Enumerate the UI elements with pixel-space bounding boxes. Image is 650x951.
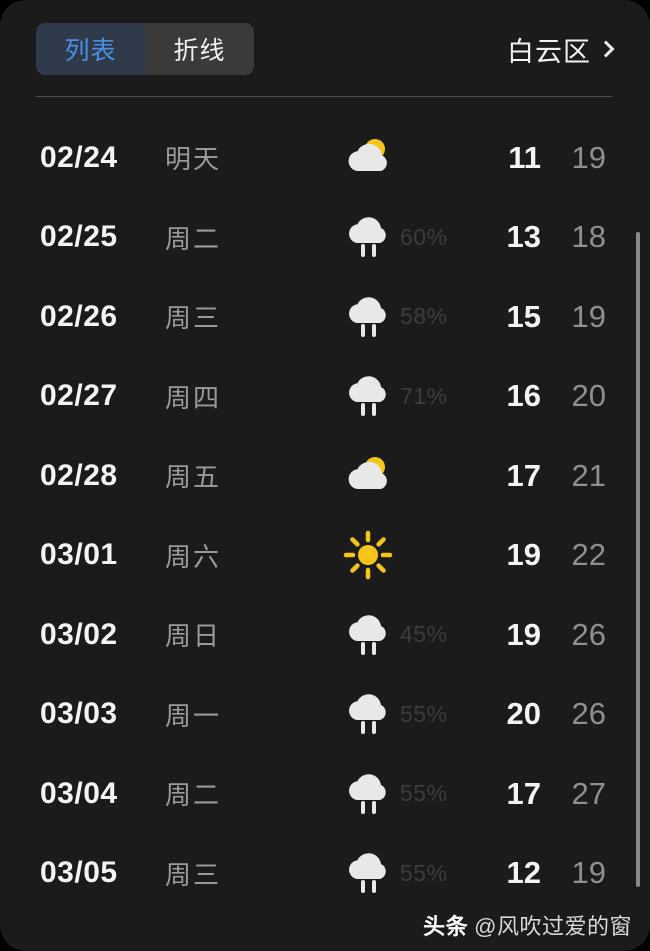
precipitation-probability: 55%	[400, 780, 448, 807]
forecast-date: 03/05	[40, 856, 118, 890]
forecast-row[interactable]: 03/04 周二 55% 17 27	[0, 754, 650, 834]
location-selector[interactable]: 白云区	[507, 30, 615, 69]
watermark-username: @风吹过爱的窗	[474, 914, 632, 939]
view-mode-segmented-control[interactable]: 列表 折线	[36, 23, 254, 75]
forecast-weekday: 周一	[165, 700, 222, 731]
temperature-low: 17	[506, 457, 541, 493]
forecast-row[interactable]: 02/25 周二 60% 13 18	[0, 198, 650, 278]
tab-list-label: 列表	[64, 37, 117, 65]
forecast-date: 02/28	[40, 458, 118, 492]
forecast-row[interactable]: 02/27 周四 71% 16 20	[0, 357, 650, 437]
temperature-low: 16	[506, 378, 541, 414]
chevron-right-icon	[597, 40, 615, 57]
tab-chart[interactable]: 折线	[145, 23, 254, 75]
forecast-date: 02/25	[40, 220, 118, 254]
vertical-scrollbar[interactable]	[636, 232, 640, 887]
weather-forecast-screen: 列表 折线 白云区 02/24 明天 11 19 02/25 周二 60% 13 18 02/26…	[0, 0, 650, 951]
forecast-row[interactable]: 02/24 明天 11 19	[0, 118, 650, 198]
rain-icon	[342, 291, 394, 343]
temperature-low: 13	[506, 219, 541, 255]
precipitation-probability: 60%	[400, 223, 448, 250]
forecast-date: 02/27	[40, 379, 118, 413]
temperature-low: 19	[506, 616, 541, 652]
temperature-low: 20	[506, 696, 541, 732]
forecast-date: 02/24	[40, 140, 118, 174]
forecast-row[interactable]: 03/03 周一 55% 20 26	[0, 675, 650, 755]
temperature-high: 19	[571, 855, 606, 891]
header-divider	[36, 96, 612, 97]
rain-icon	[342, 211, 394, 263]
precipitation-probability: 45%	[400, 621, 448, 648]
location-label: 白云区	[507, 37, 591, 67]
watermark: 头条 @风吹过爱的窗	[423, 909, 632, 941]
partly-cloudy-icon	[342, 132, 394, 184]
forecast-date: 03/01	[40, 538, 118, 572]
temperature-low: 11	[508, 139, 541, 175]
forecast-weekday: 周二	[165, 223, 222, 254]
precipitation-probability: 58%	[400, 303, 448, 330]
forecast-date: 03/02	[40, 617, 118, 651]
precipitation-probability: 71%	[400, 382, 448, 409]
rain-icon	[342, 768, 394, 820]
forecast-row[interactable]: 02/28 周五 17 21	[0, 436, 650, 516]
temperature-high: 18	[571, 219, 606, 255]
forecast-row[interactable]: 03/01 周六 19 22	[0, 516, 650, 596]
rain-icon	[342, 609, 394, 661]
watermark-brand: 头条	[423, 914, 469, 939]
temperature-low: 19	[506, 537, 541, 573]
header: 列表 折线 白云区	[0, 0, 650, 97]
tab-chart-label: 折线	[173, 37, 226, 65]
forecast-weekday: 明天	[165, 144, 222, 175]
forecast-weekday: 周三	[165, 303, 222, 334]
forecast-weekday: 周六	[165, 541, 222, 572]
temperature-low: 15	[506, 298, 541, 334]
rain-icon	[342, 370, 394, 422]
forecast-date: 03/03	[40, 697, 118, 731]
forecast-row[interactable]: 03/05 周三 55% 12 19	[0, 834, 650, 914]
forecast-date: 02/26	[40, 299, 118, 333]
precipitation-probability: 55%	[400, 859, 448, 886]
temperature-high: 19	[571, 139, 606, 175]
tab-list[interactable]: 列表	[36, 23, 145, 75]
temperature-high: 21	[571, 457, 606, 493]
forecast-weekday: 周日	[165, 621, 222, 652]
sunny-icon	[342, 529, 394, 581]
rain-icon	[342, 688, 394, 740]
rain-icon	[342, 847, 394, 899]
forecast-weekday: 周四	[165, 382, 222, 413]
temperature-high: 22	[571, 537, 606, 573]
temperature-high: 20	[571, 378, 606, 414]
partly-cloudy-icon	[342, 450, 394, 502]
forecast-weekday: 周三	[165, 859, 222, 890]
temperature-low: 17	[506, 775, 541, 811]
temperature-high: 26	[571, 616, 606, 652]
forecast-weekday: 周五	[165, 462, 222, 493]
forecast-weekday: 周二	[165, 780, 222, 811]
temperature-high: 27	[571, 775, 606, 811]
temperature-low: 12	[506, 855, 541, 891]
forecast-list: 02/24 明天 11 19 02/25 周二 60% 13 18 02/26 周三 58% 15 19 0…	[0, 118, 650, 918]
forecast-row[interactable]: 03/02 周日 45% 19 26	[0, 595, 650, 675]
forecast-date: 03/04	[40, 776, 118, 810]
precipitation-probability: 55%	[400, 700, 448, 727]
forecast-row[interactable]: 02/26 周三 58% 15 19	[0, 277, 650, 357]
temperature-high: 26	[571, 696, 606, 732]
temperature-high: 19	[571, 298, 606, 334]
